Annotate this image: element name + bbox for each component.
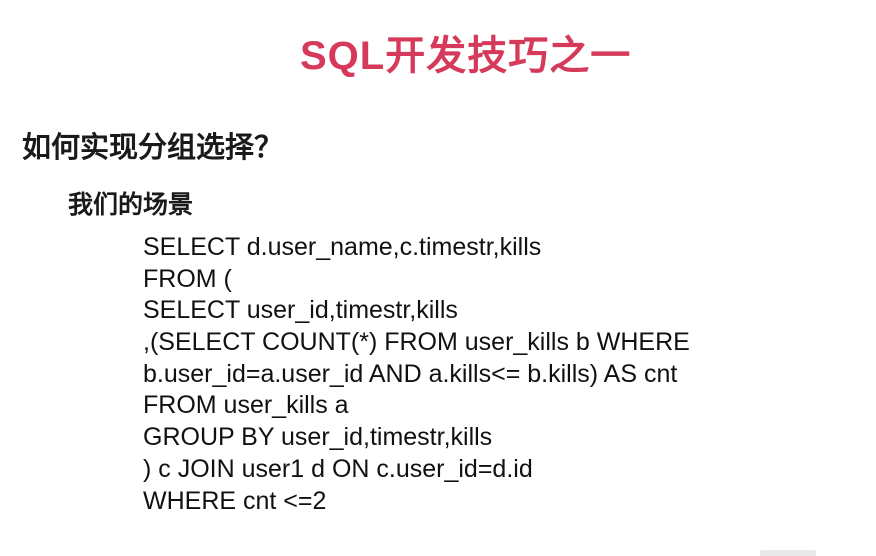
code-line: FROM user_kills a (143, 391, 349, 420)
code-line: b.user_id=a.user_id AND a.kills<= b.kill… (143, 359, 678, 388)
code-line: FROM ( (143, 264, 232, 293)
slide: SQL开发技巧之一 如何实现分组选择？ 我们的场景 SELECT d.user_… (0, 0, 876, 556)
scenario-subheading: 我们的场景 (68, 191, 194, 219)
code-line: SELECT user_id,timestr,kills (143, 296, 458, 325)
code-line: ) c JOIN user1 d ON c.user_id=d.id (143, 454, 533, 483)
corner-decoration (760, 550, 816, 556)
sql-code-block: SELECT d.user_name,c.timestr,kills FROM … (143, 232, 863, 517)
code-line: GROUP BY user_id,timestr,kills (143, 423, 493, 452)
code-line: WHERE cnt <=2 (143, 486, 327, 515)
code-line: ,(SELECT COUNT(*) FROM user_kills b WHER… (143, 328, 690, 357)
code-line: SELECT d.user_name,c.timestr,kills (143, 233, 542, 261)
slide-title: SQL开发技巧之一 (300, 34, 632, 78)
section-heading: 如何实现分组选择？ (22, 132, 284, 164)
